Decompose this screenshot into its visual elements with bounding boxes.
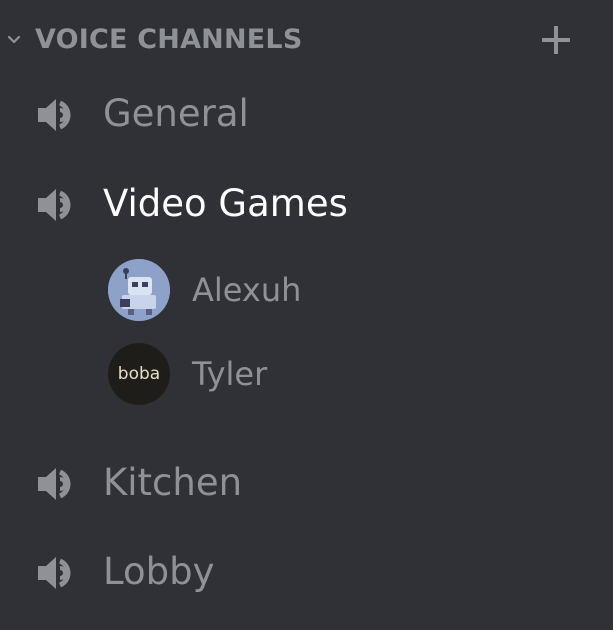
speaker-icon <box>38 189 71 221</box>
speaker-icon <box>38 468 71 500</box>
voice-channels-category[interactable]: VOICE CHANNELS <box>0 18 613 62</box>
boba-avatar: boba <box>108 343 170 405</box>
voice-channel-kitchen[interactable]: Kitchen <box>20 453 580 513</box>
voice-user-tyler[interactable]: boba Tyler <box>100 341 500 407</box>
channel-label: Kitchen <box>103 461 243 504</box>
avatar-text: boba <box>117 364 161 384</box>
chevron-down-icon[interactable] <box>6 32 22 48</box>
speaker-icon <box>38 99 71 131</box>
voice-channels-panel: VOICE CHANNELS General Video Games Alexu… <box>0 0 613 630</box>
voice-user-name: Alexuh <box>192 271 302 309</box>
channel-label: Video Games <box>103 182 348 225</box>
voice-channel-video-games[interactable]: Video Games <box>20 174 580 234</box>
plus-icon[interactable] <box>538 22 574 58</box>
robot-avatar <box>108 259 170 321</box>
voice-user-name: Tyler <box>192 355 268 393</box>
channel-label: General <box>103 92 249 135</box>
voice-user-alexuh[interactable]: Alexuh <box>100 257 500 323</box>
speaker-icon <box>38 557 71 589</box>
channel-label: Lobby <box>103 550 215 593</box>
category-label: VOICE CHANNELS <box>35 24 303 55</box>
voice-channel-lobby[interactable]: Lobby <box>20 542 580 602</box>
voice-channel-general[interactable]: General <box>20 84 580 144</box>
